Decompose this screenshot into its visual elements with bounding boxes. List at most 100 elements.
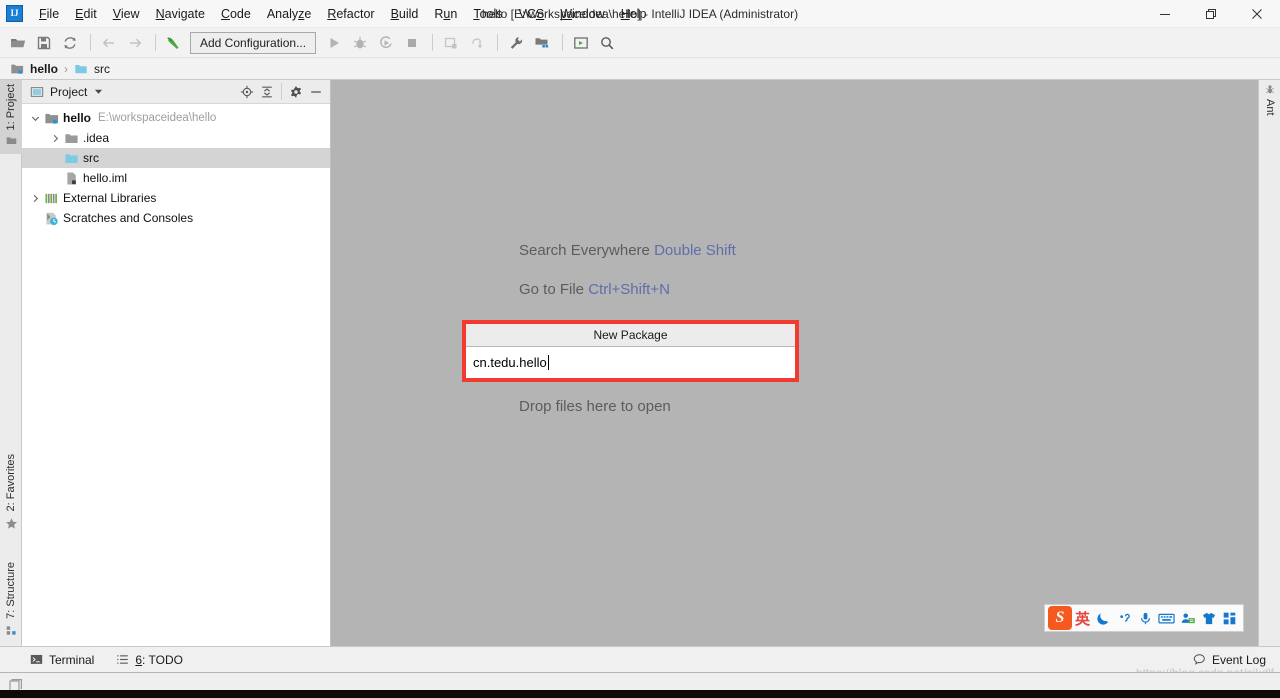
save-all-icon[interactable] — [32, 31, 56, 55]
tree-node-label: hello.iml — [83, 171, 128, 185]
editor-empty-area: Search Everywhere Double Shift Go to Fil… — [331, 80, 1258, 646]
run-with-coverage-icon[interactable] — [374, 31, 398, 55]
toolbox-icon[interactable] — [1219, 606, 1240, 630]
project-tree: hello E:\workspaceidea\hello .idea src hello… — [22, 104, 330, 228]
open-folder-icon[interactable] — [6, 31, 30, 55]
sidebar-item-project[interactable]: 1: Project — [0, 80, 22, 154]
status-item-label: 6: TODO — [135, 652, 183, 667]
sync-icon[interactable] — [58, 31, 82, 55]
tree-node-idea[interactable]: .idea — [22, 128, 330, 148]
project-panel-title: Project — [50, 84, 88, 99]
navigate-forward-icon[interactable] — [123, 31, 147, 55]
tree-node-hello[interactable]: hello E:\workspaceidea\hello — [22, 108, 330, 128]
breadcrumb-item-hello[interactable]: hello — [10, 62, 58, 76]
sogou-logo-icon[interactable]: S — [1048, 606, 1072, 630]
hint-search-everywhere: Search Everywhere Double Shift — [519, 242, 736, 259]
locate-icon[interactable] — [237, 82, 257, 102]
structure-icon — [6, 625, 17, 636]
module-icon — [43, 108, 60, 128]
chevron-right-icon[interactable] — [27, 188, 43, 208]
status-todo-button[interactable]: 6: TODO — [116, 653, 183, 667]
breadcrumb: hello › src — [0, 58, 1280, 80]
language-mode-english[interactable]: 英 — [1072, 606, 1093, 630]
hint-label: Search Everywhere — [519, 242, 650, 259]
tree-node-hello-iml[interactable]: hello.iml — [22, 168, 330, 188]
terminal-icon — [30, 653, 43, 666]
menu-item-run[interactable]: Run — [426, 0, 465, 28]
settings-gear-icon[interactable] — [286, 82, 306, 102]
os-taskbar-strip — [0, 690, 1280, 698]
menu-item-analyze[interactable]: Analyze — [259, 0, 319, 28]
iml-file-icon — [63, 168, 80, 188]
menu-item-code[interactable]: Code — [213, 0, 259, 28]
project-icon — [6, 135, 17, 146]
build-hammer-icon[interactable] — [162, 31, 186, 55]
breadcrumb-separator: › — [64, 61, 69, 76]
chevron-right-icon[interactable] — [47, 128, 63, 148]
toolbar-separator — [155, 34, 156, 51]
close-icon[interactable] — [1234, 0, 1280, 28]
todo-icon — [116, 653, 129, 666]
menu-item-view[interactable]: View — [105, 0, 148, 28]
tree-node-scratches-and-consoles[interactable]: Scratches and Consoles — [22, 208, 330, 228]
debug-icon[interactable] — [348, 31, 372, 55]
attach-profiler-icon[interactable] — [439, 31, 463, 55]
status-item-label: Terminal — [49, 652, 95, 667]
run-icon[interactable] — [322, 31, 346, 55]
toolbar-separator — [90, 34, 91, 51]
hide-icon[interactable] — [306, 82, 326, 102]
dialog-title: New Package — [466, 324, 795, 347]
sidebar-item-structure[interactable]: 7: Structure — [0, 558, 22, 648]
tree-node-label: External Libraries — [63, 191, 157, 205]
title-bar: FileEditViewNavigateCodeAnalyzeRefactorB… — [0, 0, 1280, 28]
folder-gray-icon — [63, 128, 80, 148]
skin-icon[interactable] — [1198, 606, 1219, 630]
stop-icon[interactable] — [400, 31, 424, 55]
new-package-dialog[interactable]: New Package cn.tedu.hello — [462, 320, 799, 382]
project-structure-icon[interactable] — [530, 31, 554, 55]
status-terminal-button[interactable]: Terminal — [30, 653, 94, 667]
maximize-icon[interactable] — [1188, 0, 1234, 28]
hint-label: Go to File — [519, 281, 585, 298]
tree-node-label: src — [83, 151, 99, 165]
menu-item-file[interactable]: File — [31, 0, 67, 28]
moon-icon[interactable] — [1093, 606, 1114, 630]
menu-item-refactor[interactable]: Refactor — [319, 0, 382, 28]
package-name-input[interactable]: cn.tedu.hello — [466, 347, 795, 378]
keyboard-icon[interactable] — [1156, 606, 1177, 630]
tree-node-src[interactable]: src — [22, 148, 330, 168]
minimize-icon[interactable] — [1142, 0, 1188, 28]
chevron-down-icon[interactable] — [94, 87, 103, 96]
menu-item-edit[interactable]: Edit — [67, 0, 105, 28]
search-icon[interactable] — [595, 31, 619, 55]
breadcrumb-item-src[interactable]: src — [74, 62, 110, 76]
update-project-icon[interactable] — [465, 31, 489, 55]
tree-twisty-none — [47, 148, 63, 168]
menu-item-build[interactable]: Build — [383, 0, 427, 28]
input-card-icon[interactable] — [1177, 606, 1198, 630]
run-configuration-selector[interactable]: Add Configuration... — [190, 31, 317, 54]
right-tool-window-strip: Ant — [1258, 80, 1280, 646]
sidebar-item-label: 7: Structure — [5, 562, 17, 619]
navigate-back-icon[interactable] — [97, 31, 121, 55]
sidebar-item-ant[interactable]: Ant — [1259, 80, 1280, 138]
sogou-ime-toolbar[interactable]: S 英 — [1044, 604, 1244, 632]
text-cursor — [547, 355, 549, 370]
window-controls — [1142, 0, 1280, 28]
settings-wrench-icon[interactable] — [504, 31, 528, 55]
status-event-log-button[interactable]: Event Log — [1193, 653, 1266, 667]
sidebar-item-favorites[interactable]: 2: Favorites — [0, 450, 22, 542]
chevron-down-icon[interactable] — [27, 108, 43, 128]
toolbar-separator — [497, 34, 499, 51]
status-item-label: Event Log — [1211, 652, 1266, 667]
intellij-idea-window: FileEditViewNavigateCodeAnalyzeRefactorB… — [0, 0, 1280, 698]
collapse-all-icon[interactable] — [257, 82, 277, 102]
tree-node-external-libraries[interactable]: External Libraries — [22, 188, 330, 208]
microphone-icon[interactable] — [1135, 606, 1156, 630]
tree-node-label: Scratches and Consoles — [63, 211, 194, 225]
punctuation-icon[interactable] — [1114, 606, 1135, 630]
source-folder-icon — [63, 148, 80, 168]
terminal-icon[interactable] — [569, 31, 593, 55]
menu-item-navigate[interactable]: Navigate — [148, 0, 213, 28]
scratches-icon — [43, 208, 60, 228]
